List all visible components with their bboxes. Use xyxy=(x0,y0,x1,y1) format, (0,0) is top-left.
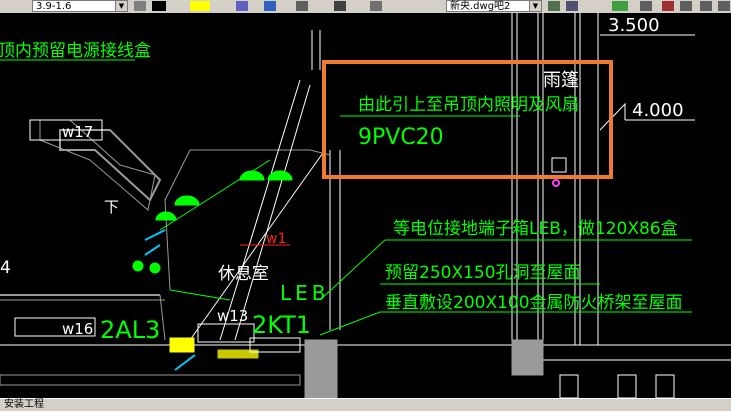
properties-icon[interactable] xyxy=(640,1,652,11)
toolbar: 3.9-1.6 ▼ 新央.dwg吧2 ▼ xyxy=(0,0,731,14)
file-tab-select[interactable]: 新央.dwg吧2 ▼ xyxy=(446,0,542,12)
panel-2kt1-label: 2KT1 xyxy=(252,311,311,339)
leb-label: LEB xyxy=(280,281,330,305)
tray-note: 垂直敷设200X100金属防火桥架至屋面 xyxy=(385,293,683,313)
status-text: 安装工程 xyxy=(4,399,44,410)
rain-shelter-label: 雨篷 xyxy=(543,70,579,91)
yellow-color-icon[interactable] xyxy=(190,1,210,11)
drawing-canvas[interactable]: 顶内预留电源接线盒 w17 下 4 w16 2AL3 w1 休息室 w13 LE… xyxy=(0,13,731,398)
align-icon[interactable] xyxy=(296,1,308,11)
callout-line2: 9PVC20 xyxy=(358,125,444,150)
down-mark: 下 xyxy=(104,198,119,216)
hole-note: 预留250X150孔洞至屋面 xyxy=(385,263,581,283)
dim-4000-label: 4.000 xyxy=(632,100,684,121)
insert-icon[interactable] xyxy=(370,1,382,11)
chevron-down-icon[interactable]: ▼ xyxy=(115,1,127,11)
room-w17-label: w17 xyxy=(62,123,93,141)
dimension-icon[interactable] xyxy=(264,1,276,11)
leb-note: 等电位接地端子箱LEB，做120X86盒 xyxy=(393,219,678,239)
room-w16-label: w16 xyxy=(62,320,93,338)
file-tab-label: 新央.dwg吧2 xyxy=(450,1,511,12)
text-style-icon[interactable] xyxy=(236,1,248,11)
chevron-down-icon[interactable]: ▼ xyxy=(529,1,541,11)
color-swatch-icon[interactable] xyxy=(152,1,166,11)
rest-room-label: 休息室 xyxy=(218,264,269,284)
ruler-icon[interactable] xyxy=(612,1,628,11)
linetype-scale-select[interactable]: 3.9-1.6 ▼ xyxy=(32,0,128,12)
w1-label: w1 xyxy=(266,231,286,247)
number-4-left: 4 xyxy=(0,258,11,278)
layer-icon[interactable] xyxy=(134,1,146,11)
dim-3500-label: 3.500 xyxy=(608,15,660,36)
mirror-icon[interactable] xyxy=(700,1,712,11)
status-bar: 安装工程 xyxy=(0,398,731,411)
copy-icon[interactable] xyxy=(680,1,692,11)
zoom-icon[interactable] xyxy=(548,1,560,11)
linetype-scale-value: 3.9-1.6 xyxy=(36,1,72,12)
room-w13-label: w13 xyxy=(217,307,248,325)
pan-icon[interactable] xyxy=(566,1,578,11)
top-left-note: 顶内预留电源接线盒 xyxy=(0,41,151,61)
delete-icon[interactable] xyxy=(662,1,674,11)
block-icon[interactable] xyxy=(334,1,346,11)
panel-2al3-label: 2AL3 xyxy=(100,316,160,344)
callout-line1: 由此引上至吊顶内照明及风扇 xyxy=(358,95,579,115)
offset-icon[interactable] xyxy=(718,1,730,11)
